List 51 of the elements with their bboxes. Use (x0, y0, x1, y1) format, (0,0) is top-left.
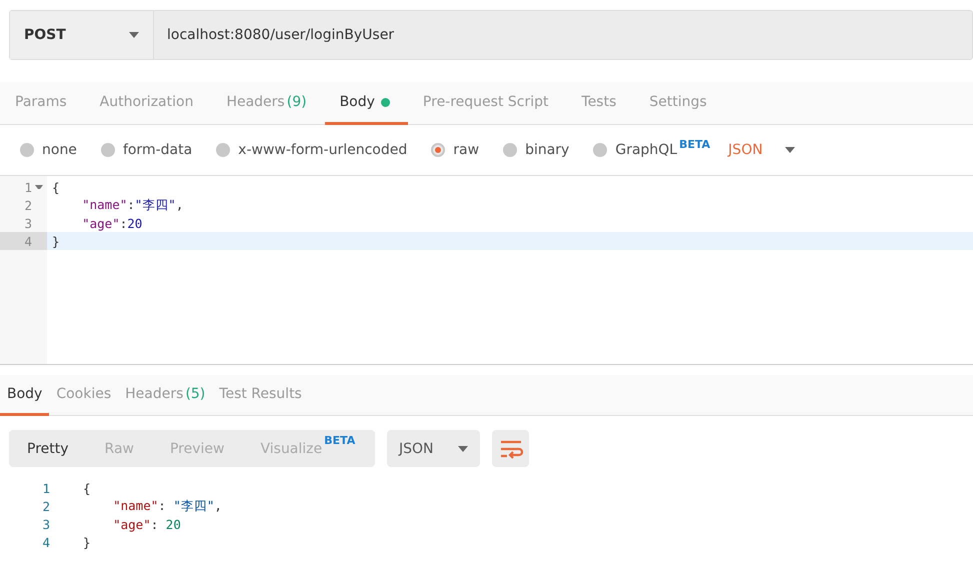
view-mode-tab[interactable]: Raw (86, 430, 152, 467)
radio-label[interactable]: none (42, 142, 77, 158)
tab[interactable]: Body (324, 82, 408, 125)
tab[interactable]: Tests (566, 82, 634, 125)
line-number: 1 (42, 480, 50, 496)
code-line: { (52, 180, 60, 194)
code-line: "age":20 (82, 216, 142, 230)
line-number: 2 (42, 498, 50, 514)
code-line: "age": 20 (113, 516, 181, 532)
view-mode-tab[interactable]: Visualize$^{BETA}$ (242, 430, 374, 467)
fold-arrow-icon[interactable] (35, 185, 43, 189)
radio-button[interactable] (100, 143, 115, 157)
tab[interactable]: Authorization (84, 82, 212, 125)
tab[interactable]: Body (0, 375, 50, 416)
code-line: "name":"李四", (82, 196, 184, 214)
line-number: 3 (42, 516, 50, 532)
line-number: 4 (42, 534, 50, 550)
tab[interactable]: Params (0, 82, 85, 125)
code-line: "name": "李四", (113, 498, 222, 514)
format-dropdown[interactable]: JSON (387, 430, 480, 467)
view-mode-tab[interactable]: Pretty (9, 430, 87, 467)
code-line: } (52, 234, 60, 248)
radio-button[interactable] (216, 143, 230, 157)
radio-label[interactable]: x-www-form-urlencoded (238, 142, 408, 158)
line-number: 1 (24, 180, 32, 194)
radio-button[interactable] (593, 143, 608, 157)
radio-label[interactable]: raw (453, 142, 480, 158)
code-line: { (83, 480, 91, 496)
radio-label[interactable]: form-data (122, 142, 192, 158)
caret-icon[interactable] (784, 147, 795, 153)
tab[interactable]: Settings (634, 82, 725, 125)
caret-icon (458, 446, 468, 452)
code-line: } (83, 534, 91, 550)
view-mode-tab[interactable]: Preview (152, 430, 242, 467)
tab[interactable]: Pre-request Script (408, 82, 567, 125)
wrap-icon (498, 438, 522, 458)
line-number: 2 (24, 198, 32, 212)
radio-button[interactable] (20, 143, 34, 157)
radio-label[interactable]: binary (525, 142, 570, 158)
tab[interactable]: Test Results (212, 375, 309, 416)
format-dropdown[interactable]: JSON (728, 142, 763, 158)
beta-label: BETA (679, 138, 710, 151)
tab[interactable]: Headers(9) (211, 82, 325, 125)
radio-button[interactable] (431, 143, 446, 157)
radio-label[interactable]: GraphQL (615, 142, 678, 158)
wrap-lines-button[interactable] (492, 430, 529, 467)
line-number: 4 (24, 234, 32, 248)
tab[interactable]: Cookies (49, 375, 118, 416)
line-number: 3 (24, 216, 32, 230)
tab[interactable]: Headers(5) (118, 375, 212, 416)
radio-button[interactable] (503, 143, 518, 157)
